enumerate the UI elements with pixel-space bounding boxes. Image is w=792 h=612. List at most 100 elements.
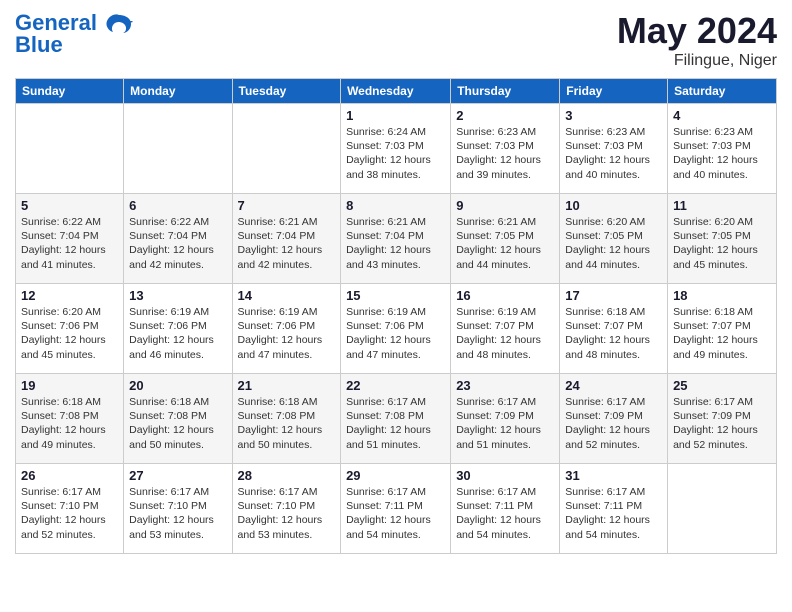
weekday-header-saturday: Saturday bbox=[668, 79, 777, 104]
day-info: Sunrise: 6:17 AM Sunset: 7:10 PM Dayligh… bbox=[21, 485, 118, 542]
weekday-header-wednesday: Wednesday bbox=[341, 79, 451, 104]
day-number: 9 bbox=[456, 198, 554, 213]
calendar-cell: 23 Sunrise: 6:17 AM Sunset: 7:09 PM Dayli… bbox=[451, 374, 560, 464]
day-number: 30 bbox=[456, 468, 554, 483]
day-info: Sunrise: 6:17 AM Sunset: 7:09 PM Dayligh… bbox=[673, 395, 771, 452]
calendar-cell: 8Sunrise: 6:21 AM Sunset: 7:04 PM Daylig… bbox=[341, 194, 451, 284]
day-number: 31 bbox=[565, 468, 662, 483]
day-number: 23 bbox=[456, 378, 554, 393]
day-number: 7 bbox=[238, 198, 336, 213]
calendar-cell: 10 Sunrise: 6:20 AM Sunset: 7:05 PM Dayli… bbox=[560, 194, 668, 284]
calendar-cell: 19 Sunrise: 6:18 AM Sunset: 7:08 PM Dayli… bbox=[16, 374, 124, 464]
day-info: Sunrise: 6:21 AM Sunset: 7:04 PM Dayligh… bbox=[346, 215, 445, 272]
bird-icon bbox=[105, 13, 133, 35]
day-info: Sunrise: 6:22 AM Sunset: 7:04 PM Dayligh… bbox=[21, 215, 118, 272]
day-info: Sunrise: 6:18 AM Sunset: 7:08 PM Dayligh… bbox=[238, 395, 336, 452]
day-number: 18 bbox=[673, 288, 771, 303]
calendar: SundayMondayTuesdayWednesdayThursdayFrid… bbox=[15, 78, 777, 554]
day-number: 14 bbox=[238, 288, 336, 303]
calendar-cell: 9 Sunrise: 6:21 AM Sunset: 7:05 PM Daylig… bbox=[451, 194, 560, 284]
day-number: 21 bbox=[238, 378, 336, 393]
day-info: Sunrise: 6:19 AM Sunset: 7:07 PM Dayligh… bbox=[456, 305, 554, 362]
calendar-cell bbox=[16, 104, 124, 194]
day-info: Sunrise: 6:18 AM Sunset: 7:08 PM Dayligh… bbox=[129, 395, 226, 452]
day-info: Sunrise: 6:21 AM Sunset: 7:04 PM Dayligh… bbox=[238, 215, 336, 272]
calendar-cell: 21 Sunrise: 6:18 AM Sunset: 7:08 PM Dayli… bbox=[232, 374, 341, 464]
calendar-cell: 7 Sunrise: 6:21 AM Sunset: 7:04 PM Daylig… bbox=[232, 194, 341, 284]
day-info: Sunrise: 6:18 AM Sunset: 7:08 PM Dayligh… bbox=[21, 395, 118, 452]
calendar-cell: 26 Sunrise: 6:17 AM Sunset: 7:10 PM Dayli… bbox=[16, 464, 124, 554]
day-number: 28 bbox=[238, 468, 336, 483]
logo: General Blue bbox=[15, 10, 133, 54]
calendar-cell: 3Sunrise: 6:23 AM Sunset: 7:03 PM Daylig… bbox=[560, 104, 668, 194]
calendar-cell: 24 Sunrise: 6:17 AM Sunset: 7:09 PM Dayli… bbox=[560, 374, 668, 464]
day-number: 5 bbox=[21, 198, 118, 213]
calendar-cell: 31 Sunrise: 6:17 AM Sunset: 7:11 PM Dayli… bbox=[560, 464, 668, 554]
calendar-cell: 2Sunrise: 6:23 AM Sunset: 7:03 PM Daylig… bbox=[451, 104, 560, 194]
calendar-cell: 22 Sunrise: 6:17 AM Sunset: 7:08 PM Dayli… bbox=[341, 374, 451, 464]
day-number: 4 bbox=[673, 108, 771, 123]
day-number: 22 bbox=[346, 378, 445, 393]
weekday-header-monday: Monday bbox=[124, 79, 232, 104]
title-area: May 2024 Filingue, Niger bbox=[617, 10, 777, 70]
calendar-cell: 15Sunrise: 6:19 AM Sunset: 7:06 PM Dayli… bbox=[341, 284, 451, 374]
day-info: Sunrise: 6:17 AM Sunset: 7:10 PM Dayligh… bbox=[129, 485, 226, 542]
calendar-cell: 28 Sunrise: 6:17 AM Sunset: 7:10 PM Dayli… bbox=[232, 464, 341, 554]
calendar-cell: 27 Sunrise: 6:17 AM Sunset: 7:10 PM Dayli… bbox=[124, 464, 232, 554]
calendar-cell bbox=[232, 104, 341, 194]
calendar-cell bbox=[668, 464, 777, 554]
day-number: 13 bbox=[129, 288, 226, 303]
calendar-cell: 30Sunrise: 6:17 AM Sunset: 7:11 PM Dayli… bbox=[451, 464, 560, 554]
weekday-header-friday: Friday bbox=[560, 79, 668, 104]
weekday-header-thursday: Thursday bbox=[451, 79, 560, 104]
day-number: 10 bbox=[565, 198, 662, 213]
calendar-cell: 18Sunrise: 6:18 AM Sunset: 7:07 PM Dayli… bbox=[668, 284, 777, 374]
day-info: Sunrise: 6:20 AM Sunset: 7:05 PM Dayligh… bbox=[565, 215, 662, 272]
calendar-cell: 14 Sunrise: 6:19 AM Sunset: 7:06 PM Dayli… bbox=[232, 284, 341, 374]
day-number: 16 bbox=[456, 288, 554, 303]
week-row-1: 1Sunrise: 6:24 AM Sunset: 7:03 PM Daylig… bbox=[16, 104, 777, 194]
day-info: Sunrise: 6:24 AM Sunset: 7:03 PM Dayligh… bbox=[346, 125, 445, 182]
calendar-cell: 5 Sunrise: 6:22 AM Sunset: 7:04 PM Daylig… bbox=[16, 194, 124, 284]
logo-line2: Blue bbox=[15, 36, 133, 54]
calendar-cell: 11Sunrise: 6:20 AM Sunset: 7:05 PM Dayli… bbox=[668, 194, 777, 284]
calendar-cell: 1Sunrise: 6:24 AM Sunset: 7:03 PM Daylig… bbox=[341, 104, 451, 194]
calendar-cell: 16 Sunrise: 6:19 AM Sunset: 7:07 PM Dayli… bbox=[451, 284, 560, 374]
location: Filingue, Niger bbox=[617, 52, 777, 70]
day-number: 11 bbox=[673, 198, 771, 213]
day-info: Sunrise: 6:19 AM Sunset: 7:06 PM Dayligh… bbox=[129, 305, 226, 362]
calendar-cell: 4 Sunrise: 6:23 AM Sunset: 7:03 PM Daylig… bbox=[668, 104, 777, 194]
day-info: Sunrise: 6:17 AM Sunset: 7:10 PM Dayligh… bbox=[238, 485, 336, 542]
day-number: 29 bbox=[346, 468, 445, 483]
day-number: 15 bbox=[346, 288, 445, 303]
day-number: 19 bbox=[21, 378, 118, 393]
day-info: Sunrise: 6:17 AM Sunset: 7:08 PM Dayligh… bbox=[346, 395, 445, 452]
calendar-cell: 13 Sunrise: 6:19 AM Sunset: 7:06 PM Dayli… bbox=[124, 284, 232, 374]
day-info: Sunrise: 6:23 AM Sunset: 7:03 PM Dayligh… bbox=[673, 125, 771, 182]
calendar-cell: 17Sunrise: 6:18 AM Sunset: 7:07 PM Dayli… bbox=[560, 284, 668, 374]
calendar-cell: 12Sunrise: 6:20 AM Sunset: 7:06 PM Dayli… bbox=[16, 284, 124, 374]
week-row-3: 12Sunrise: 6:20 AM Sunset: 7:06 PM Dayli… bbox=[16, 284, 777, 374]
day-info: Sunrise: 6:19 AM Sunset: 7:06 PM Dayligh… bbox=[238, 305, 336, 362]
calendar-cell: 29Sunrise: 6:17 AM Sunset: 7:11 PM Dayli… bbox=[341, 464, 451, 554]
day-number: 27 bbox=[129, 468, 226, 483]
day-number: 20 bbox=[129, 378, 226, 393]
day-info: Sunrise: 6:18 AM Sunset: 7:07 PM Dayligh… bbox=[565, 305, 662, 362]
header: General Blue May 2024 Filingue, Niger bbox=[15, 10, 777, 70]
day-number: 24 bbox=[565, 378, 662, 393]
day-info: Sunrise: 6:17 AM Sunset: 7:11 PM Dayligh… bbox=[565, 485, 662, 542]
week-row-2: 5 Sunrise: 6:22 AM Sunset: 7:04 PM Daylig… bbox=[16, 194, 777, 284]
calendar-cell: 25 Sunrise: 6:17 AM Sunset: 7:09 PM Dayli… bbox=[668, 374, 777, 464]
day-info: Sunrise: 6:22 AM Sunset: 7:04 PM Dayligh… bbox=[129, 215, 226, 272]
day-number: 25 bbox=[673, 378, 771, 393]
day-info: Sunrise: 6:23 AM Sunset: 7:03 PM Dayligh… bbox=[456, 125, 554, 182]
weekday-header-sunday: Sunday bbox=[16, 79, 124, 104]
week-row-4: 19 Sunrise: 6:18 AM Sunset: 7:08 PM Dayli… bbox=[16, 374, 777, 464]
day-info: Sunrise: 6:21 AM Sunset: 7:05 PM Dayligh… bbox=[456, 215, 554, 272]
day-number: 3 bbox=[565, 108, 662, 123]
calendar-cell bbox=[124, 104, 232, 194]
calendar-cell: 20 Sunrise: 6:18 AM Sunset: 7:08 PM Dayli… bbox=[124, 374, 232, 464]
day-info: Sunrise: 6:17 AM Sunset: 7:09 PM Dayligh… bbox=[565, 395, 662, 452]
day-info: Sunrise: 6:17 AM Sunset: 7:09 PM Dayligh… bbox=[456, 395, 554, 452]
day-number: 26 bbox=[21, 468, 118, 483]
